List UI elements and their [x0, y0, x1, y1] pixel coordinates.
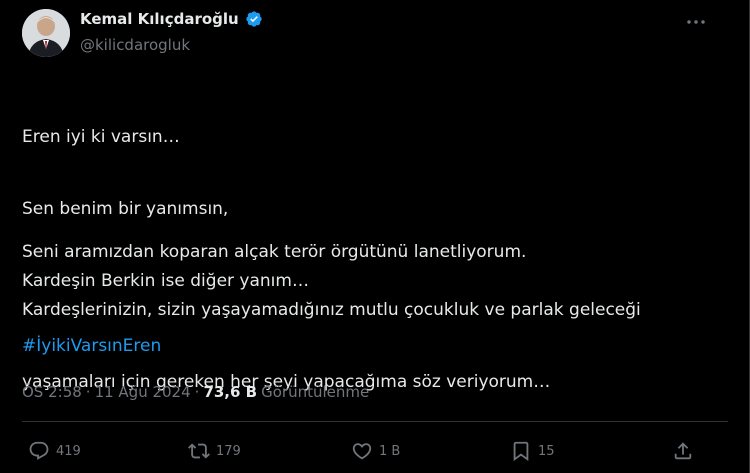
tweet-meta: ÖS 2:58 · 11 Ağu 2024 · 73,6 B Görüntüle…	[22, 382, 369, 402]
repost-icon	[188, 443, 210, 459]
reply-icon	[29, 441, 49, 460]
author-handle[interactable]: @kilicdarogluk	[80, 36, 190, 54]
like-button[interactable]: 1 B	[351, 440, 400, 462]
tweet-line: Kardeşlerinizin, sizin yaşayamadığınız m…	[22, 300, 641, 320]
repost-button[interactable]: 179	[188, 440, 241, 462]
tweet-time[interactable]: ÖS 2:58	[22, 382, 82, 402]
meta-separator: ·	[194, 383, 200, 401]
action-bar: 419 179 1 B 15	[0, 440, 750, 466]
bookmark-icon	[513, 441, 529, 462]
author-name[interactable]: Kemal Kılıçdaroğlu	[80, 10, 239, 28]
author-name-row: Kemal Kılıçdaroğlu	[80, 10, 263, 28]
hashtag-link[interactable]: #İyikiVarsınEren	[22, 334, 161, 358]
share-icon	[674, 442, 692, 460]
reply-count: 419	[56, 443, 81, 459]
bookmark-button[interactable]: 15	[510, 440, 555, 462]
share-button[interactable]	[672, 440, 694, 462]
divider	[22, 421, 728, 422]
like-count: 1 B	[379, 443, 401, 459]
avatar-image	[22, 9, 70, 57]
avatar[interactable]	[22, 9, 70, 57]
meta-separator: ·	[85, 383, 91, 401]
more-horizontal-icon	[687, 20, 705, 24]
heart-icon	[352, 443, 372, 460]
verified-badge-icon	[245, 10, 263, 28]
tweet-date[interactable]: 11 Ağu 2024	[95, 382, 191, 402]
bookmark-count: 15	[538, 443, 555, 459]
tweet-line: Eren iyi ki varsın…	[22, 127, 180, 147]
views-count: 73,6 B	[203, 383, 258, 401]
more-options-button[interactable]	[684, 10, 708, 34]
repost-count: 179	[216, 443, 241, 459]
views-label: Görüntülenme	[261, 383, 370, 401]
reply-button[interactable]: 419	[28, 440, 81, 462]
